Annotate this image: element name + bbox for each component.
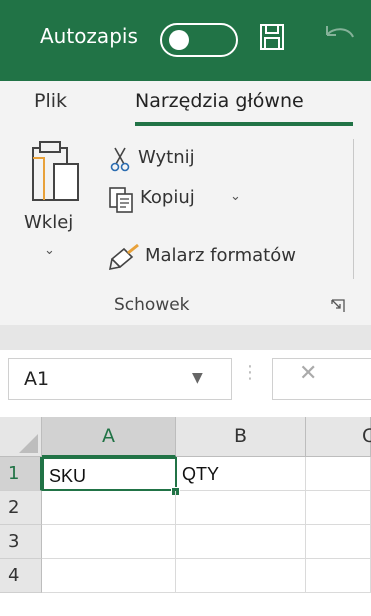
cell-b3[interactable]	[176, 525, 306, 559]
cell-c3[interactable]	[306, 525, 371, 559]
chevron-down-icon[interactable]: ⌄	[44, 243, 55, 258]
select-all-corner[interactable]	[0, 417, 42, 457]
chevron-down-icon[interactable]: ▼	[192, 370, 203, 386]
name-box[interactable]: A1 ▼	[8, 358, 232, 400]
column-header-b[interactable]: B	[176, 417, 306, 457]
cell-b1[interactable]: QTY	[177, 457, 306, 491]
spreadsheet-grid: A B C 1 2 3 4 SKU QTY	[0, 412, 371, 616]
title-bar: Autozapis	[0, 0, 371, 81]
paste-label[interactable]: Wklej	[24, 212, 73, 233]
copy-dropdown-icon[interactable]: ⌄	[230, 189, 241, 204]
ribbon-gap	[0, 325, 371, 350]
active-tab-indicator	[135, 122, 353, 126]
tab-file[interactable]: Plik	[34, 90, 67, 112]
row-header-1[interactable]: 1	[0, 457, 42, 491]
cut-label: Wytnij	[138, 147, 195, 168]
ribbon-separator	[353, 139, 354, 279]
copy-label: Kopiuj	[140, 187, 195, 208]
row-header-3[interactable]: 3	[0, 525, 42, 559]
cell-b2[interactable]	[176, 491, 306, 525]
undo-icon[interactable]	[323, 23, 363, 53]
toggle-knob	[169, 30, 189, 50]
row-header-4[interactable]: 4	[0, 559, 42, 593]
cell-b4[interactable]	[176, 559, 306, 593]
ribbon-tab-bar: Plik Narzędzia główne	[0, 81, 371, 127]
dialog-launcher-icon[interactable]	[331, 299, 345, 313]
name-box-value: A1	[24, 368, 50, 390]
formula-bar: A1 ▼ ⋮ ✕	[0, 350, 371, 412]
ribbon-clipboard-group: Wklej ⌄ Wytnij Kopiuj ⌄ Malarz formatów …	[0, 127, 371, 325]
cell-c4[interactable]	[306, 559, 371, 593]
cell-c1[interactable]	[306, 457, 371, 491]
column-header-a[interactable]: A	[42, 417, 176, 457]
paste-icon[interactable]	[30, 138, 82, 208]
format-painter-icon	[108, 243, 139, 271]
clipboard-group-label: Schowek	[114, 295, 190, 315]
cancel-icon[interactable]: ✕	[299, 361, 317, 386]
cell-a3[interactable]	[42, 525, 176, 559]
cell-a1[interactable]: SKU	[42, 457, 177, 491]
scissors-icon	[110, 147, 130, 172]
formula-divider-dots[interactable]: ⋮	[241, 362, 259, 383]
cell-a2[interactable]	[42, 491, 176, 525]
cell-c2[interactable]	[306, 491, 371, 525]
formula-input[interactable]	[272, 358, 371, 400]
copy-icon	[109, 187, 133, 213]
autosave-toggle[interactable]	[160, 23, 238, 57]
autosave-label: Autozapis	[40, 24, 138, 48]
format-painter-label: Malarz formatów	[145, 245, 296, 266]
row-header-2[interactable]: 2	[0, 491, 42, 525]
cell-a4[interactable]	[42, 559, 176, 593]
column-header-c[interactable]: C	[306, 417, 371, 457]
tab-home[interactable]: Narzędzia główne	[135, 90, 304, 112]
save-icon[interactable]	[259, 23, 285, 51]
